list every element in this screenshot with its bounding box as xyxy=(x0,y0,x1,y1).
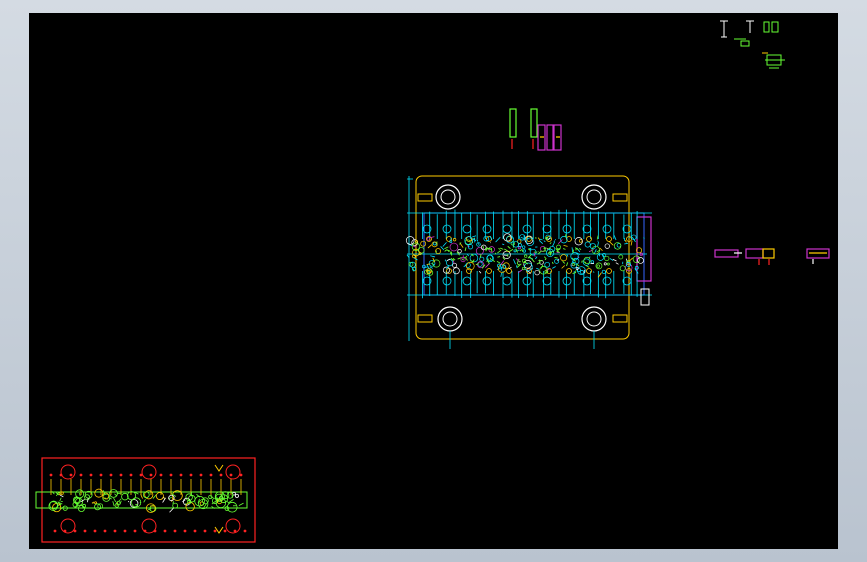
side-details-group xyxy=(714,248,830,265)
strip-layout-view xyxy=(35,457,256,543)
cad-drawing-viewport[interactable] xyxy=(29,13,838,549)
small-parts-group xyxy=(720,20,785,69)
punch-parts-group xyxy=(509,108,562,151)
die-plate-main-view xyxy=(405,175,652,349)
strip-features-dense xyxy=(48,473,247,533)
cad-drawing-canvas xyxy=(35,20,830,543)
